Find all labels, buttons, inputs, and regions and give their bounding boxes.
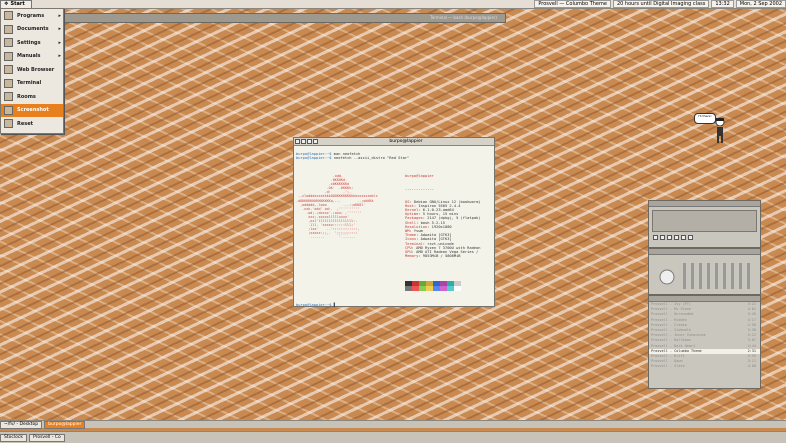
submenu-arrow-icon: ▸ — [58, 26, 61, 33]
tray-reminder[interactable]: 20 hours until Digital Imaging class — [612, 0, 710, 8]
start-menu-item-manuals[interactable]: Manuals ▸ — [1, 50, 63, 64]
palette-swatch — [405, 286, 412, 291]
taskbar-bottom-row: Stoclock Prosvell - Co — [0, 431, 786, 443]
tray-now-playing[interactable]: Prosvell — Columbo Theme — [534, 0, 611, 8]
start-menu-item-screenshot[interactable]: Screenshot — [1, 103, 63, 117]
xmms-display — [652, 210, 757, 232]
terminal-output[interactable]: burpo@lappier:~$ man neofetch burpo@lappi… — [294, 146, 494, 308]
submenu-arrow-icon: ▸ — [58, 12, 61, 19]
pause-icon[interactable] — [667, 235, 672, 240]
menu-item-label: Settings — [17, 39, 41, 46]
terminal-titlebar[interactable]: burpo@lappier — [294, 138, 494, 146]
menu-item-label: Reset — [17, 120, 33, 127]
taskbar-button[interactable]: Prosvell - Co — [28, 433, 65, 442]
web-browser-icon — [4, 65, 13, 75]
info-value: 1920x1080 — [431, 224, 452, 229]
programs-icon — [4, 11, 13, 21]
command: neofetch --ascii_distro "Red Star" — [331, 156, 410, 161]
start-menu-item-programs[interactable]: Programs ▸ — [1, 9, 63, 23]
palette-swatch — [447, 286, 454, 291]
palette-swatch — [412, 286, 419, 291]
track-duration: 4:08 — [747, 364, 756, 369]
equalizer-sliders[interactable] — [649, 255, 758, 293]
start-menu: Programs ▸ Documents ▸ Settings ▸ Manuals ▸ Web … — [0, 8, 64, 134]
xmms-equalizer[interactable] — [648, 248, 761, 295]
menu-item-label: Programs — [17, 12, 45, 19]
minimize-icon[interactable] — [301, 139, 306, 144]
start-menu-item-web-browser[interactable]: Web Browser — [1, 63, 63, 77]
palette-swatch — [454, 286, 461, 291]
tray-clock[interactable]: 13:32 — [711, 0, 734, 8]
start-menu-item-terminal[interactable]: Terminal — [1, 77, 63, 91]
info-value: 9853MiB / 5808MiB — [422, 254, 461, 259]
start-menu-item-rooms[interactable]: Rooms — [1, 90, 63, 104]
start-menu-item-reset[interactable]: Reset — [1, 117, 63, 131]
shaded-window[interactable]: Terminal — bash (burpo@lappier) — [64, 13, 506, 23]
track-name: Prosvell - Slate — [651, 364, 685, 369]
xmms-titlebar[interactable] — [649, 201, 760, 207]
terminal-icon — [4, 78, 13, 88]
reset-icon — [4, 119, 13, 129]
screenshot-icon — [4, 105, 13, 115]
start-icon: ❖ — [4, 1, 9, 7]
start-menu-item-documents[interactable]: Documents ▸ — [1, 23, 63, 37]
terminal-window[interactable]: burpo@lappier burpo@lappier:~$ man neofe… — [293, 137, 495, 307]
menu-item-label: Documents — [17, 26, 49, 33]
manuals-icon — [4, 51, 13, 61]
system-tray: Prosvell — Columbo Theme 20 hours until … — [534, 0, 786, 8]
taskbar-button[interactable]: ~/fv/ - Desktop — [0, 420, 43, 429]
color-palette — [405, 281, 461, 291]
settings-icon — [4, 38, 13, 48]
top-panel: ❖ Start Prosvell — Columbo Theme 20 hour… — [0, 0, 786, 9]
menu-item-label: Screenshot — [17, 107, 49, 114]
taskbar-button[interactable]: Stoclock — [0, 433, 27, 442]
menu-item-label: Terminal — [17, 80, 42, 87]
taskbar-top-row: ~/fv/ - Desktop burpo@lappier — [0, 420, 786, 429]
neofetch-ascii-logo: .odd. .0KK0Kd. .x0KKKKKKd .Ok' .0KKKk; .… — [296, 174, 378, 240]
info-divider: ------------- — [405, 187, 434, 192]
neofetch-info: burpo@lappier ------------- OS: Debian G… — [405, 166, 481, 258]
play-icon[interactable] — [660, 235, 665, 240]
playlist-items: Prosvell - Ivy (PT) 3:22 Prosvell - Ru Sto… — [649, 302, 760, 370]
menu-item-label: Manuals — [17, 53, 41, 60]
playlist-item[interactable]: Prosvell - Slate 4:08 — [649, 364, 760, 369]
tray-date[interactable]: Mon, 2 Sep 2002 — [735, 0, 786, 8]
rooms-icon — [4, 92, 13, 102]
shaded-window-title: Terminal — bash (burpo@lappier) — [429, 15, 497, 20]
menu-item-label: Rooms — [17, 93, 36, 100]
palette-swatch — [426, 286, 433, 291]
next-icon[interactable] — [681, 235, 686, 240]
palette-swatch — [440, 286, 447, 291]
prompt: burpo@lappier:~$ — [296, 303, 332, 307]
maximize-icon[interactable] — [307, 139, 312, 144]
xmms-playlist[interactable]: Prosvell - Ivy (PT) 3:22 Prosvell - Ru Sto… — [648, 295, 761, 389]
xmms-controls — [652, 235, 757, 240]
info-key: Memory — [405, 254, 419, 259]
terminal-title: burpo@lappier — [389, 139, 423, 144]
stop-icon[interactable] — [674, 235, 679, 240]
eject-icon[interactable] — [688, 235, 693, 240]
info-header: burpo@lappier — [405, 174, 434, 179]
palette-swatch — [433, 286, 440, 291]
start-menu-item-settings[interactable]: Settings ▸ — [1, 36, 63, 50]
close-icon[interactable] — [295, 139, 300, 144]
prev-icon[interactable] — [653, 235, 658, 240]
xmms-player[interactable] — [648, 200, 761, 248]
info-row: Memory: 9853MiB / 5808MiB — [405, 254, 461, 259]
desktop-buddy-icon[interactable] — [713, 117, 727, 145]
taskbar-button[interactable]: burpo@lappier — [44, 420, 86, 429]
submenu-arrow-icon: ▸ — [58, 53, 61, 60]
menu-item-label: Web Browser — [17, 66, 55, 73]
prompt: burpo@lappier:~$ — [296, 156, 332, 161]
cursor: ▌ — [331, 303, 336, 307]
documents-icon — [4, 24, 13, 34]
submenu-arrow-icon: ▸ — [58, 39, 61, 46]
palette-swatch — [419, 286, 426, 291]
